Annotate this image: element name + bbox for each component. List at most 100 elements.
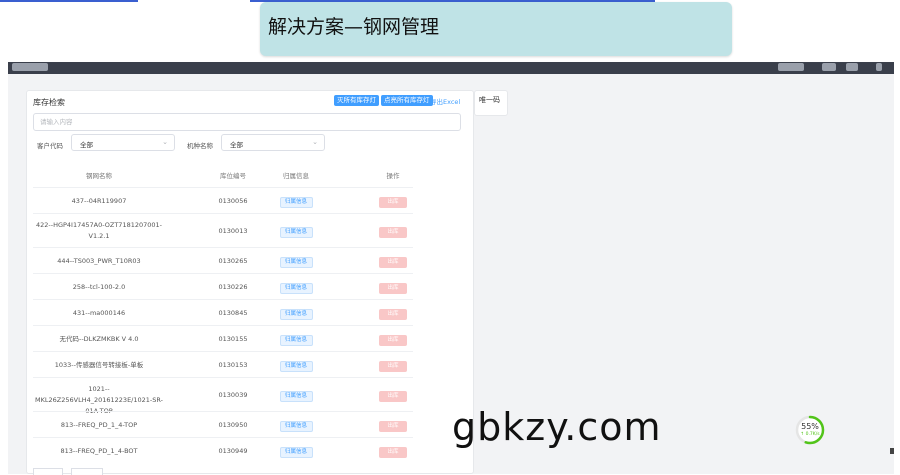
check-out-button[interactable]: 出库	[379, 226, 407, 238]
top-decor-line-left	[0, 0, 138, 2]
cell-info: 归属信息	[278, 226, 314, 238]
unique-code-label: 唯一码	[479, 96, 500, 104]
table-row: 422--HGP4I17457A0-OZT7181207001-V1.2.1 01…	[33, 213, 413, 247]
cell-actions: 出库	[378, 446, 408, 458]
cell-actions: 出库	[378, 256, 408, 268]
customer-code-select[interactable]: 全部 ⌄	[71, 134, 175, 151]
progress-percent: 55%	[801, 422, 819, 431]
turn-on-all-lights-button[interactable]: 点亮所有库存灯	[381, 95, 433, 106]
cell-actions: 出库	[378, 282, 408, 294]
table-row: 813--FREQ_PD_1_4-BOT 0130949 归属信息 出库	[33, 437, 413, 463]
column-header-info: 归属信息	[283, 172, 309, 180]
check-out-button[interactable]: 出库	[379, 334, 407, 346]
cell-name: 813--FREQ_PD_1_4-BOT	[60, 446, 138, 455]
cell-name: 444--TS003_PWR_T10R03	[57, 256, 141, 265]
topbar-item-3[interactable]	[846, 63, 858, 71]
info-tag[interactable]: 归属信息	[279, 360, 313, 372]
cell-location: 0130039	[218, 390, 248, 399]
table-row: 1021--MKL26Z256VLH4_20161223E/1021-SR-01…	[33, 377, 413, 415]
cell-location: 0130155	[218, 334, 248, 343]
check-out-button[interactable]: 出库	[379, 446, 407, 458]
check-out-button[interactable]: 出库	[379, 390, 407, 402]
search-input[interactable]	[33, 113, 461, 131]
table-row: 无代码--DLKZMKBK V 4.0 0130155 归属信息 出库	[33, 325, 413, 351]
edge-mark	[890, 448, 894, 454]
turn-off-all-lights-button[interactable]: 灭所有库存灯	[334, 95, 379, 106]
check-out-button[interactable]: 出库	[379, 256, 407, 268]
cell-info: 归属信息	[278, 334, 314, 346]
topbar-logo	[12, 63, 48, 71]
check-out-button[interactable]: 出库	[379, 420, 407, 432]
topbar-item-2[interactable]	[822, 63, 836, 71]
cell-info: 归属信息	[278, 308, 314, 320]
cell-actions: 出库	[378, 308, 408, 320]
cell-name: 无代码--DLKZMKBK V 4.0	[59, 334, 139, 343]
topbar-item-1[interactable]	[778, 63, 804, 71]
cell-info: 归属信息	[278, 196, 314, 208]
progress-speed: ↑ 0.7K/s	[800, 432, 820, 437]
export-excel-link[interactable]: 导出Excel	[430, 96, 460, 106]
cell-actions: 出库	[378, 226, 408, 238]
inventory-table: 钢网名称 库位编号 归属信息 操作 437--04R119907 0130056 归…	[33, 161, 413, 463]
customer-code-label: 客户代码	[37, 142, 63, 150]
column-header-location: 库位编号	[220, 172, 246, 180]
cell-name: 437--04R119907	[71, 196, 127, 205]
check-out-button[interactable]: 出库	[379, 360, 407, 372]
cell-name: 258--tcl-100-2.0	[72, 282, 126, 291]
cell-info: 归属信息	[278, 282, 314, 294]
column-header-actions: 操作	[386, 172, 400, 180]
check-out-button[interactable]: 出库	[379, 196, 407, 208]
cell-location: 0130949	[218, 446, 248, 455]
table-row: 813--FREQ_PD_1_4-TOP 0130950 归属信息 出库	[33, 411, 413, 437]
table-row: 258--tcl-100-2.0 0130226 归属信息 出库	[33, 273, 413, 299]
model-name-value: 全部	[230, 141, 243, 149]
slide-title-box: 解决方案—钢网管理	[260, 2, 732, 56]
chevron-down-icon: ⌄	[162, 138, 168, 146]
cell-info: 归属信息	[278, 360, 314, 372]
info-tag[interactable]: 归属信息	[279, 256, 313, 268]
table-body: 437--04R119907 0130056 归属信息 出库 422--HGP4I174…	[33, 187, 413, 463]
cell-info: 归属信息	[278, 446, 314, 458]
cell-location: 0130265	[218, 256, 248, 265]
table-row: 444--TS003_PWR_T10R03 0130265 归属信息 出库	[33, 247, 413, 273]
info-tag[interactable]: 归属信息	[279, 446, 313, 458]
cell-name: 1033--传感器信号转接板-单板	[54, 360, 144, 369]
progress-indicator: 55% ↑ 0.7K/s	[794, 414, 826, 446]
cell-info: 归属信息	[278, 420, 314, 432]
panel-title: 库存检索	[33, 98, 65, 107]
info-tag[interactable]: 归属信息	[279, 282, 313, 294]
cell-actions: 出库	[378, 390, 408, 402]
topbar-item-4[interactable]	[876, 63, 882, 71]
unique-code-panel: 唯一码	[474, 90, 508, 116]
info-tag[interactable]: 归属信息	[279, 334, 313, 346]
info-tag[interactable]: 归属信息	[279, 420, 313, 432]
cell-name: 422--HGP4I17457A0-OZT7181207001-V1.2.1	[35, 221, 163, 240]
model-name-select[interactable]: 全部 ⌄	[221, 134, 325, 151]
info-tag[interactable]: 归属信息	[279, 390, 313, 402]
watermark-text: gbkzy.com	[452, 405, 662, 449]
check-out-button[interactable]: 出库	[379, 282, 407, 294]
cell-actions: 出库	[378, 196, 408, 208]
app-screenshot: 库存检索 灭所有库存灯 点亮所有库存灯 导出Excel 客户代码 全部 ⌄ 机种…	[8, 62, 894, 475]
cell-actions: 出库	[378, 420, 408, 432]
info-tag[interactable]: 归属信息	[279, 226, 313, 238]
table-row: 1033--传感器信号转接板-单板 0130153 归属信息 出库	[33, 351, 413, 377]
slide-title: 解决方案—钢网管理	[268, 16, 440, 38]
cell-location: 0130056	[218, 196, 248, 205]
cell-location: 0130153	[218, 360, 248, 369]
table-row: 431--ma000146 0130845 归属信息 出库	[33, 299, 413, 325]
info-tag[interactable]: 归属信息	[279, 308, 313, 320]
cell-actions: 出库	[378, 360, 408, 372]
cell-actions: 出库	[378, 334, 408, 346]
check-out-button[interactable]: 出库	[379, 308, 407, 320]
table-header: 钢网名称 库位编号 归属信息 操作	[33, 161, 413, 187]
cell-info: 归属信息	[278, 390, 314, 402]
customer-code-value: 全部	[80, 141, 93, 149]
cell-location: 0130950	[218, 420, 248, 429]
cell-name: 431--ma000146	[72, 308, 126, 317]
chevron-down-icon: ⌄	[312, 138, 318, 146]
inventory-search-panel: 库存检索 灭所有库存灯 点亮所有库存灯 导出Excel 客户代码 全部 ⌄ 机种…	[26, 90, 474, 475]
table-row: 437--04R119907 0130056 归属信息 出库	[33, 187, 413, 213]
column-header-name: 钢网名称	[86, 172, 112, 180]
info-tag[interactable]: 归属信息	[279, 196, 313, 208]
